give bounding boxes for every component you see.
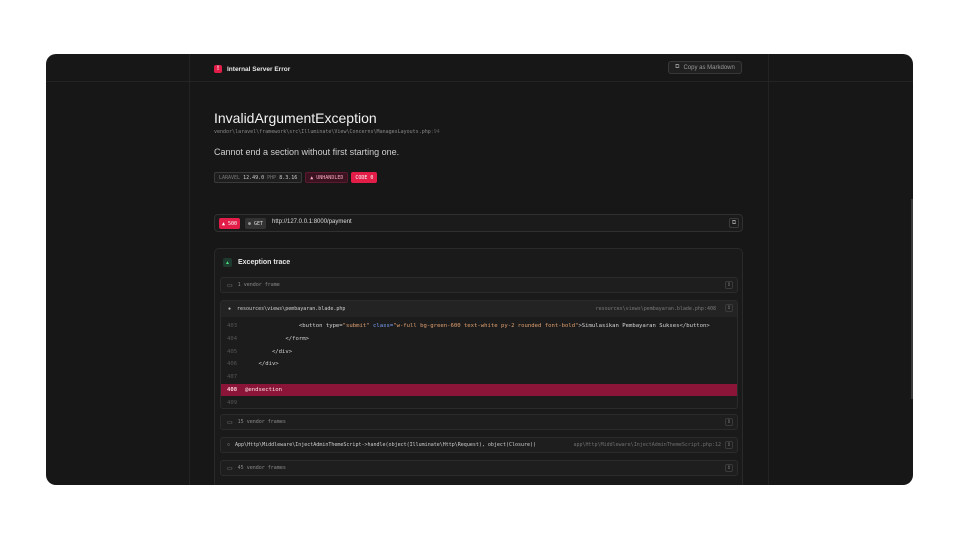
error-page-window: ! Internal Server Error ⧉ Copy as Markdo… — [46, 54, 913, 485]
page-header: ! Internal Server Error — [214, 63, 290, 75]
request-url[interactable]: http://127.0.0.1:8000/payment — [272, 219, 352, 225]
code-frame: ● resources\views\pembayaran.blade.php r… — [220, 300, 738, 409]
exception-name: InvalidArgumentException — [214, 110, 377, 126]
highlighted-code-line: 408 @endsection — [221, 383, 737, 397]
code-line: 406 </div> — [221, 358, 737, 371]
error-icon: ! — [214, 65, 222, 73]
unhandled-badge: ▲ UNHANDLED — [305, 172, 349, 183]
line-number: 404 — [227, 336, 238, 343]
vendor-frames-toggle[interactable]: ▭ 15 vendor frames ⇕ — [220, 414, 738, 430]
header-divider — [46, 81, 913, 82]
vendor-frames-toggle[interactable]: ▭ 1 vendor frame ⇕ — [220, 277, 738, 293]
warning-icon: ▲ — [310, 174, 314, 181]
code-tag: <button type= — [298, 323, 343, 330]
exception-file-line: :94 — [430, 129, 440, 135]
exception-file-path: vendor\laravel\framework\src\Illuminate\… — [214, 129, 431, 135]
expand-icon[interactable]: ⇕ — [725, 464, 733, 472]
unhandled-label: UNHANDLED — [316, 174, 344, 181]
copy-icon: ⧉ — [731, 219, 737, 226]
middleware-frame[interactable]: ○ App\Http\Middleware\InjectAdminThemeSc… — [220, 437, 738, 453]
code-line: 405 </div> — [221, 345, 737, 358]
line-number: 405 — [227, 348, 238, 355]
folder-icon: ▭ — [227, 465, 233, 472]
line-number: 408 — [227, 386, 238, 393]
code-line: 404 </form> — [221, 333, 737, 346]
code-text: </div> — [245, 348, 293, 355]
laravel-label: LARAVEL — [219, 174, 241, 181]
folder-icon: ▭ — [227, 282, 233, 289]
line-number: 409 — [227, 399, 238, 406]
line-number: 403 — [227, 323, 238, 330]
status-code: 500 — [228, 220, 238, 227]
frame-dot-icon: ○ — [227, 442, 231, 448]
line-number: 407 — [227, 374, 238, 381]
code-string: "submit" — [342, 323, 370, 330]
status-badge: ▲ 500 — [219, 218, 241, 229]
vendor-frames-toggle[interactable]: ▭ 45 vendor frames ⇕ — [220, 460, 738, 476]
copy-as-markdown-label: Copy as Markdown — [683, 64, 735, 71]
collapse-icon[interactable]: ⇕ — [725, 304, 733, 312]
code-text: <button type="submit" class="w-full bg-g… — [245, 323, 710, 329]
folder-icon: ▭ — [227, 419, 233, 426]
method-badge: ⊕ GET — [245, 218, 267, 229]
vendor-frames-label: 1 vendor frame — [237, 282, 280, 288]
code-line: 407 — [221, 371, 737, 384]
trace-title: Exception trace — [238, 259, 291, 266]
php-label: PHP — [267, 174, 277, 181]
frame-header[interactable]: ● resources\views\pembayaran.blade.php r… — [221, 301, 737, 317]
exception-message: Cannot end a section without first start… — [214, 147, 400, 157]
page-title: Internal Server Error — [227, 65, 291, 73]
code-text: @endsection — [245, 386, 283, 393]
copy-icon: ⧉ — [675, 64, 680, 70]
frame-dot-icon: ● — [228, 306, 232, 312]
version-badge: LARAVEL 12.49.0 PHP 8.3.16 — [214, 172, 303, 183]
expand-icon[interactable]: ⇕ — [725, 281, 733, 289]
layout-guide — [189, 54, 190, 485]
code-line: 403 <button type="submit" class="w-full … — [221, 320, 737, 333]
request-url-bar: ▲ 500 ⊕ GET http://127.0.0.1:8000/paymen… — [214, 214, 743, 232]
code-string: "w-full bg-green-600 text-white py-2 rou… — [393, 323, 579, 330]
exception-trace-panel: ▲ Exception trace ▭ 1 vendor frame ⇕ ● r… — [214, 248, 743, 485]
scrollbar[interactable] — [911, 199, 913, 399]
middleware-frame-call: App\Http\Middleware\InjectAdminThemeScri… — [235, 442, 537, 448]
expand-icon[interactable]: ⇕ — [725, 418, 733, 426]
code-text: </div> — [245, 361, 279, 368]
copy-as-markdown-button[interactable]: ⧉ Copy as Markdown — [668, 61, 742, 74]
middleware-frame-location: app\Http\Middleware\InjectAdminThemeScri… — [573, 442, 721, 448]
frame-location: resources\views\pembayaran.blade.php:408 — [595, 306, 716, 312]
code-tag: >Simulasikan Pembayaran Sukses</button> — [578, 323, 710, 330]
badge-group: LARAVEL 12.49.0 PHP 8.3.16 ▲ UNHANDLED C… — [214, 172, 378, 183]
code-line: 409 — [221, 396, 737, 408]
vendor-frames-label: 45 vendor frames — [237, 465, 286, 471]
vendor-frames-label: 15 vendor frames — [237, 419, 286, 425]
copy-url-button[interactable]: ⧉ — [729, 218, 739, 228]
php-version: 8.3.16 — [279, 174, 298, 181]
line-number: 406 — [227, 361, 238, 368]
method-label: GET — [254, 220, 264, 227]
frame-file: resources\views\pembayaran.blade.php — [237, 306, 346, 312]
layout-guide — [768, 54, 769, 485]
exception-file[interactable]: vendor\laravel\framework\src\Illuminate\… — [214, 129, 440, 135]
code-badge: CODE 0 — [351, 172, 378, 183]
laravel-version: 12.49.0 — [243, 174, 265, 181]
layers-icon: ▲ — [223, 258, 232, 267]
code-text: </form> — [245, 336, 309, 343]
trace-header: ▲ Exception trace — [223, 258, 290, 267]
code-attribute: class= — [369, 323, 394, 330]
expand-icon[interactable]: ⇕ — [725, 441, 733, 449]
